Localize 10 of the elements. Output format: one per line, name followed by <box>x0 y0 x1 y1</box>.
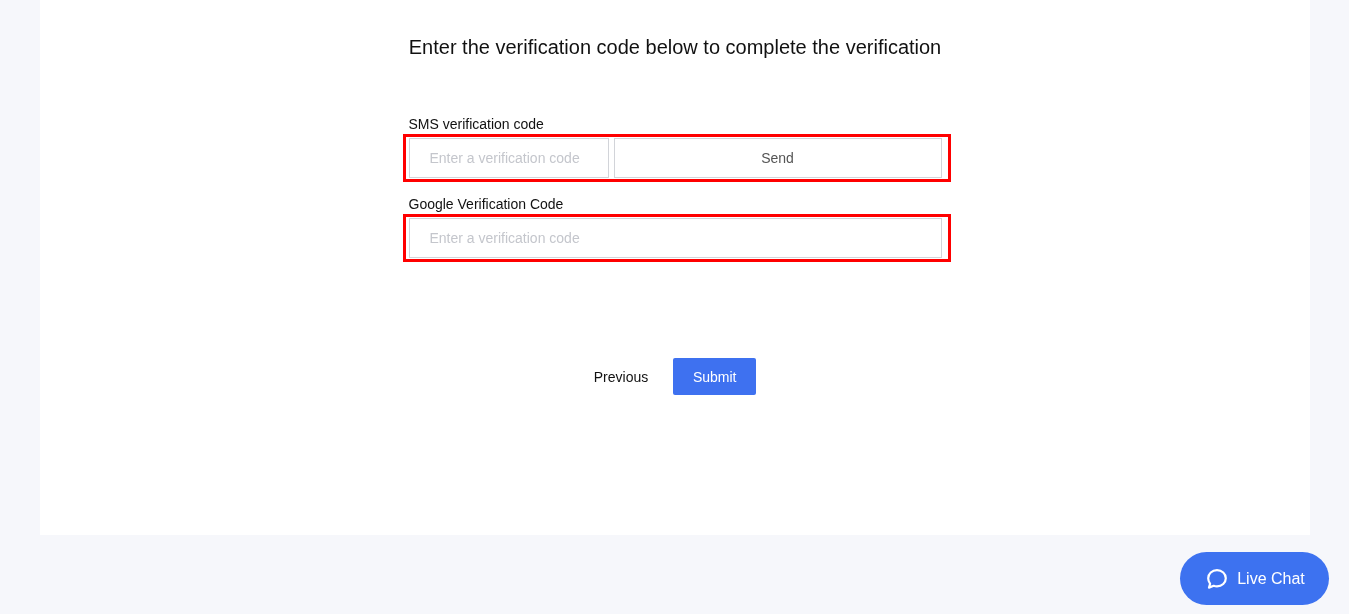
page-heading: Enter the verification code below to complete the verification <box>408 35 942 59</box>
field-label: SMS verification code <box>408 116 545 132</box>
field-label: Google Verification Code <box>408 196 565 212</box>
submit-button[interactable]: Submit <box>673 358 757 395</box>
previous-button[interactable]: Previous <box>593 368 649 385</box>
chat-bubble-icon <box>1206 567 1229 590</box>
code-input-field[interactable]: Enter a verification code <box>408 138 609 178</box>
live-chat-button[interactable]: Live Chat <box>1180 552 1329 605</box>
send-button[interactable]: Send <box>613 138 942 178</box>
code-input-field[interactable]: Enter a verification code <box>408 218 942 258</box>
